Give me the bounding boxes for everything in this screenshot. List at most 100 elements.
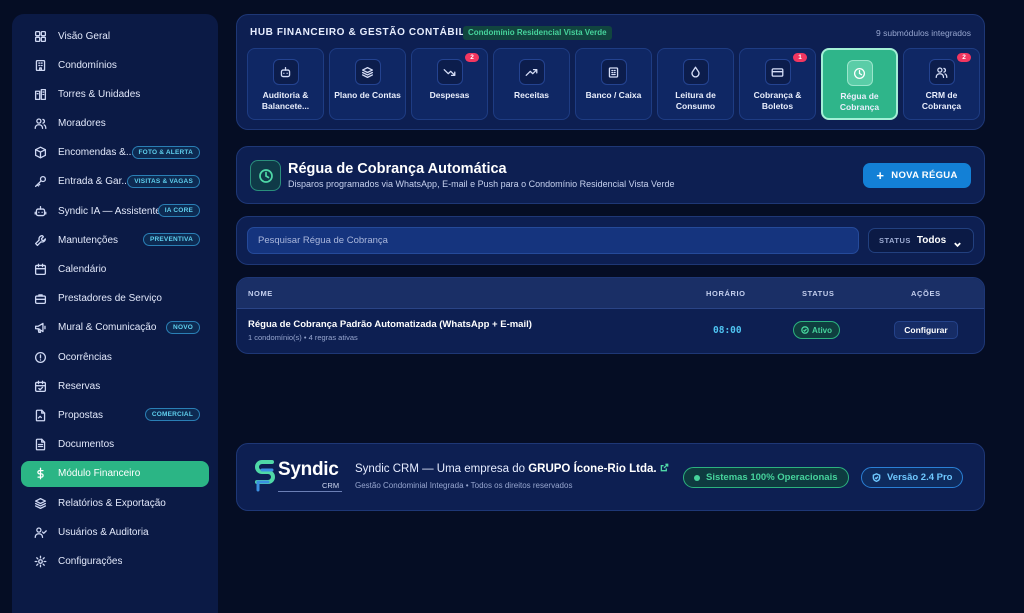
tile-badge: 2 (465, 53, 479, 62)
file-text-icon (33, 438, 47, 452)
tile-regua-cobranca[interactable]: Régua de Cobrança (821, 48, 898, 120)
sidebar-item-calendario[interactable]: Calendário (21, 257, 209, 283)
tile-label: Despesas (429, 90, 470, 100)
tile-cobranca-boletos[interactable]: Cobrança & Boletos 1 (739, 48, 816, 120)
sidebar-item-manutencoes[interactable]: Manutenções PREVENTIVA (21, 227, 209, 253)
tile-label: Plano de Contas (334, 90, 401, 100)
logo-underline (278, 491, 342, 492)
sidebar-item-configuracoes[interactable]: Configurações (21, 548, 209, 574)
sidebar-item-visao-geral[interactable]: Visão Geral (21, 23, 209, 49)
status-badge-label: Ativo (812, 325, 832, 335)
tile-leitura-consumo[interactable]: Leitura de Consumo (657, 48, 734, 120)
sidebar-item-pill: VISITAS & VAGAS (127, 174, 200, 188)
tile-despesas[interactable]: Despesas 2 (411, 48, 488, 120)
new-rule-button-label: NOVA RÉGUA (891, 170, 958, 181)
sidebar-item-label: Entrada & Gar... (58, 176, 130, 188)
tile-label: Régua de Cobrança (839, 91, 880, 112)
footer: Syndic CRM Syndic CRM — Uma empresa do G… (236, 443, 985, 511)
sidebar-item-modulo-financeiro[interactable]: Módulo Financeiro (21, 460, 209, 487)
package-icon (33, 146, 47, 160)
tile-crm-cobranca[interactable]: CRM de Cobrança 2 (903, 48, 980, 120)
page-subtitle: Disparos programados via WhatsApp, E-mai… (288, 179, 675, 189)
version-badge: Versão 2.4 Pro (861, 467, 964, 488)
sidebar-item-encomendas[interactable]: Encomendas &... FOTO & ALERTA (21, 140, 209, 166)
building-icon (33, 58, 47, 72)
status-filter-select[interactable]: STATUS Todos (868, 228, 974, 253)
sidebar-item-label: Ocorrências (58, 351, 112, 363)
company-link[interactable]: GRUPO Ícone-Rio Ltda. (528, 463, 656, 475)
version-label: Versão 2.4 Pro (887, 472, 953, 483)
sidebar-item-label: Mural & Comunicação (58, 322, 157, 334)
sidebar-item-entrada[interactable]: Entrada & Gar... VISITAS & VAGAS (21, 169, 209, 195)
sidebar-item-reservas[interactable]: Reservas (21, 373, 209, 399)
tile-label: Receitas (514, 90, 549, 100)
search-input[interactable] (247, 227, 859, 254)
tile-plano-de-contas[interactable]: Plano de Contas (329, 48, 406, 120)
page-title: Régua de Cobrança Automática (288, 161, 507, 177)
audit-icon (272, 59, 299, 85)
sidebar-item-label: Usuários & Auditoria (58, 526, 149, 538)
sidebar-item-usuarios[interactable]: Usuários & Auditoria (21, 519, 209, 545)
configure-button[interactable]: Configurar (894, 321, 958, 339)
sidebar-item-propostas[interactable]: Propostas COMERCIAL (21, 402, 209, 428)
tile-auditoria[interactable]: Auditoria & Balancete... (247, 48, 324, 120)
layers-icon (33, 496, 47, 510)
sidebar-item-condominios[interactable]: Condomínios (21, 52, 209, 78)
sidebar-item-label: Configurações (58, 555, 123, 567)
bank-icon (600, 59, 627, 85)
sidebar: Visão Geral Condomínios Torres & Unidade… (12, 14, 218, 613)
sidebar-item-documentos[interactable]: Documentos (21, 432, 209, 458)
column-header-time: HORÁRIO (706, 289, 746, 298)
users-icon (33, 117, 47, 131)
droplet-icon (682, 59, 709, 85)
financial-hub-panel: HUB FINANCEIRO & GESTÃO CONTÁBIL Condomí… (236, 14, 985, 130)
sidebar-item-label: Syndic IA — Assistente (58, 205, 161, 217)
sidebar-item-moradores[interactable]: Moradores (21, 111, 209, 137)
file-signature-icon (33, 408, 47, 422)
sidebar-item-label: Reservas (58, 380, 101, 392)
sidebar-item-pill: IA CORE (157, 204, 200, 218)
sidebar-item-mural[interactable]: Mural & Comunicação NOVO (21, 315, 209, 341)
rule-name: Régua de Cobrança Padrão Automatizada (W… (248, 319, 532, 330)
tile-label: Banco / Caixa (585, 90, 642, 100)
sidebar-item-syndic-ia[interactable]: Syndic IA — Assistente IA CORE (21, 198, 209, 224)
external-link-icon[interactable] (660, 463, 669, 472)
submodule-tiles: Auditoria & Balancete... Plano de Contas… (247, 48, 980, 120)
sidebar-item-label: Visão Geral (58, 30, 111, 42)
bot-icon (33, 204, 47, 218)
syndic-logo: Syndic CRM (254, 458, 344, 496)
sidebar-item-relatorios[interactable]: Relatórios & Exportação (21, 490, 209, 516)
tile-badge: 1 (793, 53, 807, 62)
tile-banco-caixa[interactable]: Banco / Caixa (575, 48, 652, 120)
sidebar-item-label: Módulo Financeiro (58, 468, 141, 480)
layers-icon (354, 59, 381, 85)
calendar-icon (33, 263, 47, 277)
filter-bar: STATUS Todos (236, 216, 985, 265)
users-icon (928, 59, 955, 85)
status-dot-icon (694, 474, 700, 481)
sidebar-item-label: Relatórios & Exportação (58, 497, 166, 509)
submodules-count: 9 submódulos integrados (876, 28, 971, 38)
sidebar-item-ocorrencias[interactable]: Ocorrências (21, 344, 209, 370)
table-row: Régua de Cobrança Padrão Automatizada (W… (237, 309, 984, 353)
check-circle-icon (801, 326, 809, 334)
table-header: NOME HORÁRIO STATUS AÇÕES (237, 278, 984, 309)
footer-title-prefix: Syndic CRM — Uma empresa do (355, 463, 529, 475)
sidebar-item-torres[interactable]: Torres & Unidades (21, 81, 209, 107)
tile-label: Leitura de Consumo (675, 90, 716, 111)
briefcase-icon (33, 292, 47, 306)
trending-down-icon (436, 59, 463, 85)
tile-label: Auditoria & Balancete... (261, 90, 310, 111)
column-header-status: STATUS (802, 289, 835, 298)
sidebar-item-label: Calendário (58, 264, 107, 275)
sidebar-nav: Visão Geral Condomínios Torres & Unidade… (12, 14, 218, 574)
credit-card-icon (764, 59, 791, 85)
plus-icon: + (876, 168, 885, 183)
sidebar-item-pill: NOVO (166, 320, 200, 334)
sidebar-item-pill: PREVENTIVA (142, 233, 200, 247)
sidebar-item-prestadores[interactable]: Prestadores de Serviço (21, 286, 209, 312)
sidebar-item-label: Manutenções (58, 234, 119, 246)
new-rule-button[interactable]: + NOVA RÉGUA (863, 163, 971, 188)
tile-receitas[interactable]: Receitas (493, 48, 570, 120)
dollar-icon (33, 467, 47, 481)
